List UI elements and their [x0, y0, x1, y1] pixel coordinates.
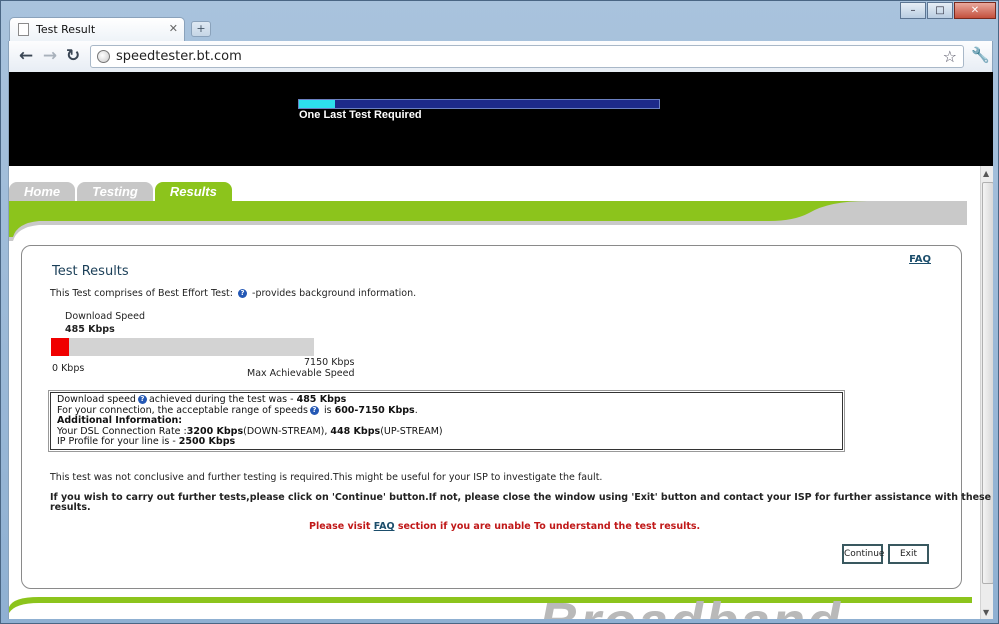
site-nav-tabs: Home Testing Results	[9, 182, 234, 202]
test-results-panel: FAQ Test Results This Test comprises of …	[21, 245, 991, 589]
speed-gauge-fill	[51, 338, 69, 356]
page-scrollbar[interactable]: ▲ ▼	[980, 166, 993, 619]
summary-value: 3200 Kbps	[186, 425, 244, 437]
maximize-button[interactable]: □	[927, 2, 953, 19]
header-swoosh	[9, 201, 967, 241]
window-controls: – □ ✕	[899, 2, 996, 19]
title-bar: Test Result ✕ + – □ ✕	[1, 1, 999, 41]
intro-suffix: -provides background information.	[252, 288, 417, 299]
faq-note-text: Please visit	[309, 521, 374, 532]
tab-testing[interactable]: Testing	[77, 182, 153, 202]
tab-home[interactable]: Home	[9, 182, 76, 202]
footer-swoosh	[9, 597, 972, 619]
summary-value: 2500 Kbps	[178, 436, 236, 448]
intro-text: This Test comprises of Best Effort Test:	[50, 288, 233, 299]
scroll-up-icon[interactable]: ▲	[983, 169, 989, 178]
faq-note-text: section if you are unable To understand …	[394, 521, 701, 532]
forward-arrow-icon[interactable]: →	[39, 46, 61, 68]
url-text: speedtester.bt.com	[116, 49, 242, 64]
instructions-line-2: results.	[50, 502, 91, 513]
summary-text: For your connection, the acceptable rang…	[57, 404, 308, 416]
back-arrow-icon[interactable]: ←	[15, 46, 37, 68]
close-window-button[interactable]: ✕	[954, 2, 996, 19]
summary-text: Download speed	[57, 394, 136, 405]
summary-value: 600-7150 Kbps	[334, 404, 415, 416]
test-progress-label: One Last Test Required	[299, 109, 422, 121]
continue-button[interactable]: Continue	[842, 544, 884, 564]
reload-icon[interactable]: ↻	[62, 46, 84, 68]
browser-window: Test Result ✕ + – □ ✕ ← → ↻ speedtester.…	[0, 0, 999, 624]
speed-gauge	[51, 338, 314, 356]
new-tab-button[interactable]: +	[191, 21, 211, 37]
test-progress-banner: One Last Test Required	[9, 72, 993, 166]
wrench-menu-icon[interactable]: 🔧	[971, 46, 990, 64]
instructions-line-1: If you wish to carry out further tests,p…	[50, 492, 992, 503]
summary-text: IP Profile for your line is -	[57, 436, 179, 448]
download-speed-label: Download Speed	[65, 311, 146, 322]
summary-value: 448 Kbps	[330, 425, 381, 437]
additional-info-heading: Additional Information:	[57, 415, 183, 427]
summary-text: is	[320, 404, 335, 416]
summary-value: 485 Kbps	[296, 394, 347, 405]
page-title: Test Results	[52, 264, 129, 279]
page-icon	[18, 23, 29, 36]
page-viewport: One Last Test Required Home Testing Resu…	[8, 72, 993, 619]
faq-note: Please visit FAQ section if you are unab…	[309, 521, 700, 532]
scale-min-label: 0 Kbps	[52, 363, 85, 374]
scrollbar-thumb[interactable]	[982, 182, 993, 584]
test-intro: This Test comprises of Best Effort Test:…	[50, 288, 416, 299]
info-icon[interactable]: ?	[137, 395, 147, 404]
test-progress-fill	[299, 100, 335, 108]
tab-title: Test Result	[36, 23, 96, 36]
globe-icon	[97, 50, 110, 63]
tab-close-icon[interactable]: ✕	[169, 22, 178, 35]
summary-line-ip-profile: IP Profile for your line is - 2500 Kbps	[57, 437, 836, 448]
broadband-logo-text: Broadband	[539, 595, 842, 619]
info-icon[interactable]: ?	[237, 289, 247, 298]
scale-max-label: 7150 Kbps	[304, 357, 355, 368]
info-icon[interactable]: ?	[309, 405, 319, 415]
minimize-button[interactable]: –	[900, 2, 926, 19]
bookmark-star-icon[interactable]: ☆	[943, 47, 957, 66]
summary-text: achieved during the test was -	[148, 394, 297, 405]
browser-toolbar: ← → ↻ speedtester.bt.com ☆ 🔧	[8, 41, 993, 72]
summary-text: .	[414, 404, 418, 416]
address-bar[interactable]: speedtester.bt.com ☆	[90, 45, 964, 68]
faq-note-link[interactable]: FAQ	[374, 521, 395, 532]
result-summary-box: Download speed? achieved during the test …	[48, 390, 845, 452]
summary-text: (UP-STREAM)	[380, 425, 443, 437]
inconclusive-note: This test was not conclusive and further…	[50, 472, 603, 483]
browser-tab[interactable]: Test Result ✕	[9, 17, 185, 41]
test-progress-bar	[298, 99, 660, 109]
tab-results[interactable]: Results	[154, 182, 232, 202]
summary-text: Your DSL Connection Rate :	[57, 425, 187, 437]
footer-banner: Broadband	[9, 595, 993, 619]
scale-max-caption: Max Achievable Speed	[247, 368, 355, 379]
summary-text: (DOWN-STREAM),	[243, 425, 331, 437]
faq-link[interactable]: FAQ	[909, 254, 931, 265]
exit-button[interactable]: Exit	[888, 544, 929, 564]
download-speed-value: 485 Kbps	[65, 324, 115, 335]
